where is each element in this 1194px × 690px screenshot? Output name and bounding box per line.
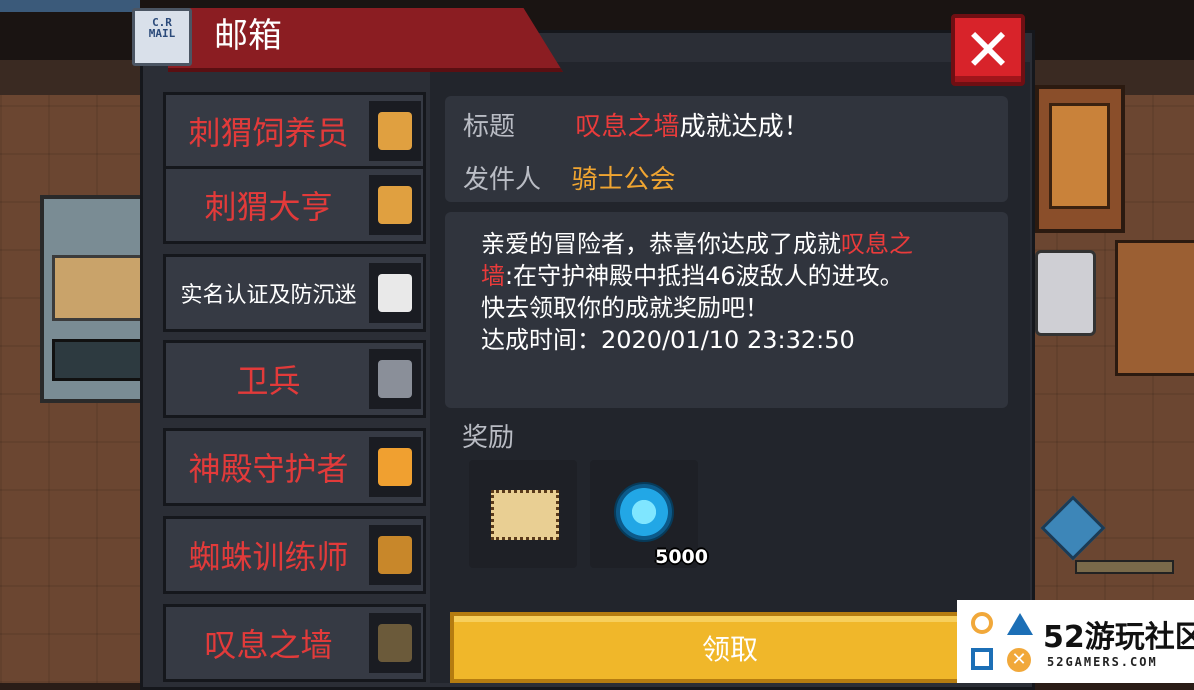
title-label: 标题 [463,112,516,142]
wooden-shelf [1115,240,1194,376]
mail-list: 刺猬饲养员刺猬大亨实名认证及防沉迷卫兵神殿守护者蜘蛛训练师叹息之墙 [163,92,429,683]
mail-title-rest: 成就达成！ [679,112,810,142]
avatar-icon [378,536,412,574]
reward-slot-ticket[interactable] [469,460,577,568]
claw-machine-buttons [52,339,146,381]
reward-slot-gem[interactable]: 5000 [590,460,708,568]
body-line1-highlight: 叹息之 [841,230,913,258]
mail-thumbnail-icon [369,263,421,323]
mail-list-item[interactable]: 刺猬饲养员 [163,92,426,170]
mail-list-item-label: 蜘蛛训练师 [188,538,349,576]
gem-icon [614,482,674,542]
body-line2-highlight: 墙 [481,262,505,290]
mail-envelope-icon: C.R MAIL [132,8,192,66]
avatar-icon [378,186,412,224]
sender-label: 发件人 [463,165,542,195]
mail-thumbnail-icon [369,175,421,235]
mail-list-item-label: 卫兵 [236,362,301,400]
mailbox-header: C.R MAIL 邮箱 [128,0,570,76]
close-button[interactable]: ✕ [951,14,1025,86]
npc-cat [1035,250,1096,336]
mail-body-text: 亲爱的冒险者，恭喜你达成了成就叹息之 墙:在守护神殿中抵挡46波敌人的进攻。 快… [481,228,1001,356]
rewards-label: 奖励 [462,423,515,453]
claim-button[interactable]: 领取 [450,612,1010,683]
mail-list-item-label: 刺猬大亨 [204,188,333,226]
mail-thumbnail-icon [369,613,421,673]
mail-list-item-label: 叹息之墙 [204,626,333,664]
mail-sender-row: 发件人 骑士公会 [463,163,676,197]
close-icon: ✕ [963,16,1013,84]
avatar-icon [378,360,412,398]
watermark-symbol-icon: ✕ [971,612,1033,674]
ticket-icon [491,490,559,540]
watermark-subtext: 52GAMERS.COM [1047,655,1158,669]
body-line2: :在守护神殿中抵挡46波敌人的进攻。 [505,262,904,290]
wooden-door [1035,85,1125,233]
claw-machine-glass [52,255,146,321]
mail-header-info: 标题 叹息之墙成就达成！ 发件人 骑士公会 [445,96,1008,202]
avatar-icon [378,448,412,486]
mail-list-item[interactable]: 卫兵 [163,340,426,418]
avatar-icon [378,112,412,150]
mail-thumbnail-icon [369,101,421,161]
door-panel [1049,103,1110,209]
mail-title-row: 标题 叹息之墙成就达成！ [463,110,810,144]
weapon-icon[interactable] [1075,560,1174,574]
mail-list-item-label: 神殿守护者 [188,450,349,488]
watermark-logo: ✕ 52游玩社区 52GAMERS.COM [957,600,1194,683]
mail-list-item[interactable]: 神殿守护者 [163,428,426,506]
mail-thumbnail-icon [369,437,421,497]
mail-title-highlight: 叹息之墙 [575,112,680,142]
mail-list-item-label: 刺猬饲养员 [188,114,349,152]
body-line1: 亲爱的冒险者，恭喜你达成了成就 [481,230,841,258]
avatar-icon [378,624,412,662]
page-title: 邮箱 [214,16,282,56]
mail-thumbnail-icon [369,525,421,585]
mail-list-item[interactable]: 实名认证及防沉迷 [163,254,426,332]
mail-list-item-label: 实名认证及防沉迷 [180,283,357,308]
mail-list-item[interactable]: 蜘蛛训练师 [163,516,426,594]
top-status-bar [0,0,140,12]
reward-quantity: 5000 [655,546,708,568]
body-line4: 达成时间：2020/01/10 23:32:50 [481,326,855,354]
avatar-icon [378,274,412,312]
mail-thumbnail-icon [369,349,421,409]
mail-list-item[interactable]: 叹息之墙 [163,604,426,682]
body-line3: 快去领取你的成就奖励吧！ [481,294,769,322]
mail-list-item[interactable]: 刺猬大亨 [163,166,426,244]
mail-body: 亲爱的冒险者，恭喜你达成了成就叹息之 墙:在守护神殿中抵挡46波敌人的进攻。 快… [445,212,1008,408]
claw-machine [40,195,153,403]
watermark-text: 52游玩社区 [1043,620,1194,655]
mail-sender: 骑士公会 [571,165,676,195]
